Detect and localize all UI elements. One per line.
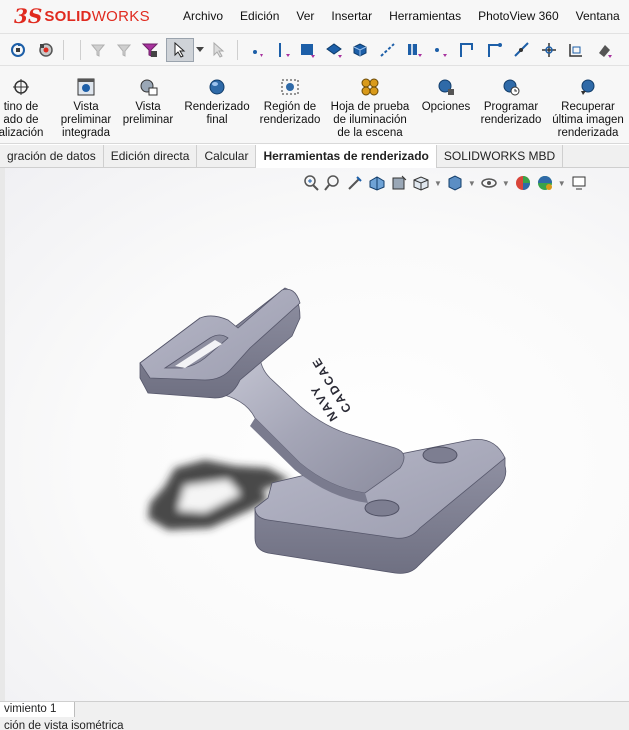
tab-edicion-directa[interactable]: Edición directa [104, 145, 198, 168]
ribbon-render-region-label: Región de renderizado [259, 101, 321, 126]
3d-model[interactable]: NAVY CADCAE [0, 168, 629, 701]
ribbon-preview[interactable]: Vista preliminar [118, 76, 178, 127]
filter-icon[interactable] [88, 39, 108, 61]
schedule-render-icon [499, 76, 523, 98]
ribbon-destination-label: tino de ado de alización [0, 101, 44, 139]
ribbon-options-label: Opciones [421, 101, 471, 113]
vertex-icon[interactable] [404, 39, 424, 61]
spline-icon[interactable] [512, 39, 532, 61]
integrated-preview-icon [74, 76, 98, 98]
ribbon-preview-label: Vista preliminar [122, 101, 174, 126]
render-options-icon [434, 76, 458, 98]
solidworks-logo[interactable]: 3S SOLIDWORKS [14, 2, 154, 30]
model-tabs: vimiento 1 [0, 701, 629, 718]
options-icon[interactable] [36, 39, 56, 61]
menu-photoview[interactable]: PhotoView 360 [478, 9, 559, 23]
main-menu: Archivo Edición Ver Insertar Herramienta… [183, 9, 629, 23]
sketch-point-icon[interactable] [430, 39, 450, 61]
menu-bar: 3S SOLIDWORKS Archivo Edición Ver Insert… [0, 0, 629, 34]
point-icon[interactable] [246, 39, 266, 61]
final-render-icon [205, 76, 229, 98]
rebuild-options-icon[interactable] [8, 39, 28, 61]
menu-edicion[interactable]: Edición [240, 9, 279, 23]
ribbon-recover-image-label: Recuperar última imagen renderizada [552, 101, 624, 139]
ribbon-schedule-render[interactable]: Programar renderizado [478, 76, 544, 127]
select-arrow-icon[interactable] [166, 38, 194, 62]
ribbon-integrated-preview[interactable]: Vista preliminar integrada [56, 76, 116, 140]
ribbon-integrated-preview-label: Vista preliminar integrada [60, 101, 112, 139]
menu-ver[interactable]: Ver [296, 9, 314, 23]
command-manager-tabs: gración de datos Edición directa Calcula… [0, 145, 629, 168]
menu-herramientas[interactable]: Herramientas [389, 9, 461, 23]
render-tools-ribbon: tino de ado de alización Vista prelimina… [0, 66, 629, 144]
sketch-segment-icon[interactable] [457, 39, 477, 61]
graphics-viewport[interactable]: ▼ ▼ ▼ ▼ NAVY CADCAE [0, 168, 629, 701]
ds-logo-mark: 3S [14, 4, 43, 28]
tab-solidworks-mbd[interactable]: SOLIDWORKS MBD [437, 145, 564, 168]
filter-active-icon[interactable] [140, 39, 160, 61]
tab-herramientas-renderizado[interactable]: Herramientas de renderizado [256, 145, 437, 168]
coordinate-icon[interactable] [566, 39, 586, 61]
select-disabled-icon[interactable] [210, 39, 230, 61]
plane-icon[interactable] [298, 39, 318, 61]
dimension-icon[interactable] [594, 39, 614, 61]
line-icon[interactable] [378, 39, 398, 61]
ribbon-lighting-sheet-label: Hoja de prueba de iluminación de la esce… [330, 101, 410, 139]
destination-icon [9, 76, 33, 98]
preview-window-icon [136, 76, 160, 98]
menu-ventana[interactable]: Ventana [576, 9, 620, 23]
axis-icon[interactable] [273, 39, 293, 61]
menu-archivo[interactable]: Archivo [183, 9, 223, 23]
hook-clip [139, 287, 301, 399]
select-dropdown-icon[interactable] [195, 39, 205, 61]
recover-image-icon [576, 76, 600, 98]
filter-selection-icon[interactable] [114, 39, 134, 61]
ribbon-lighting-sheet[interactable]: Hoja de prueba de iluminación de la esce… [326, 76, 414, 140]
solid-body-icon[interactable] [350, 39, 370, 61]
ribbon-recover-image[interactable]: Recuperar última imagen renderizada [548, 76, 628, 140]
ribbon-final-render-label: Renderizado final [184, 101, 250, 126]
ribbon-final-render[interactable]: Renderizado final [180, 76, 254, 127]
ribbon-schedule-render-label: Programar renderizado [480, 101, 542, 126]
tab-integracion-datos[interactable]: gración de datos [0, 145, 104, 168]
edge-icon[interactable] [485, 39, 505, 61]
lighting-sheet-icon [358, 76, 382, 98]
selection-toolbar [0, 34, 629, 66]
menu-insertar[interactable]: Insertar [331, 9, 372, 23]
ribbon-destination[interactable]: tino de ado de alización [0, 76, 46, 140]
face-icon[interactable] [324, 39, 344, 61]
ribbon-options[interactable]: Opciones [418, 76, 474, 114]
brand-name: SOLIDWORKS [44, 7, 150, 25]
tab-movimiento-1[interactable]: vimiento 1 [0, 702, 76, 718]
render-region-icon [278, 76, 302, 98]
tab-calcular[interactable]: Calcular [197, 145, 257, 168]
midpoint-icon[interactable] [539, 39, 559, 61]
status-bar: ción de vista isométrica [0, 717, 629, 730]
ribbon-render-region[interactable]: Región de renderizado [256, 76, 324, 127]
